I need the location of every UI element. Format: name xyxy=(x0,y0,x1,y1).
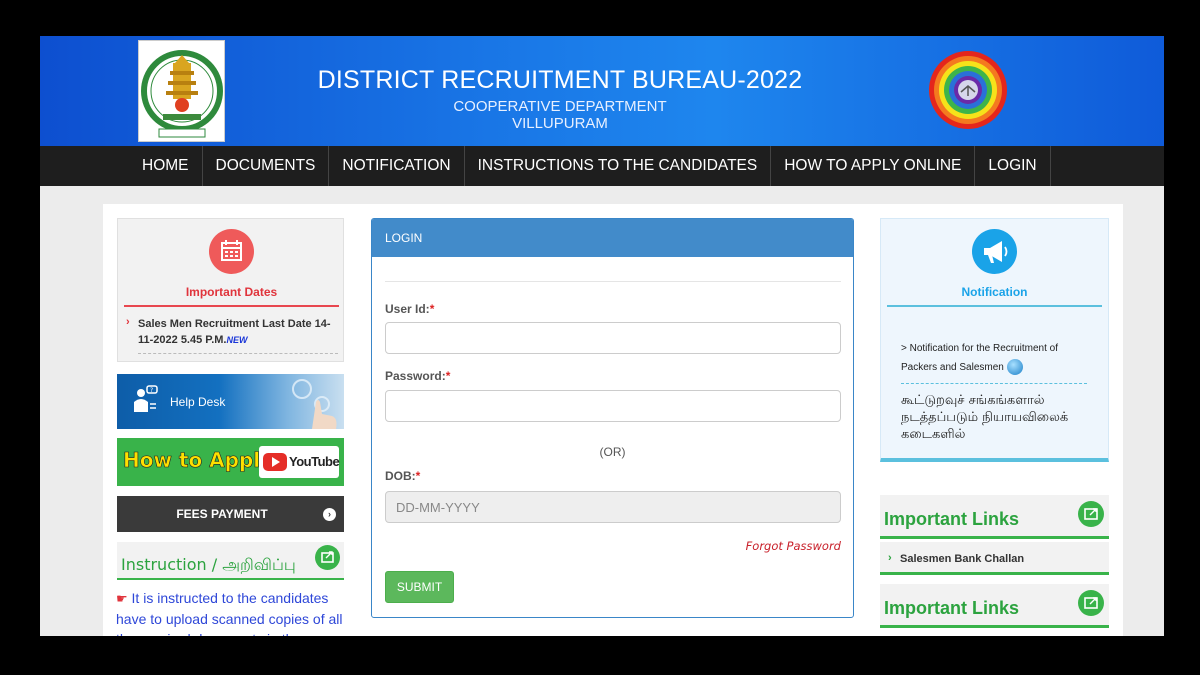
login-header: LOGIN xyxy=(372,219,853,257)
login-title: LOGIN xyxy=(385,231,423,245)
how-to-apply-label[interactable]: How to Apply xyxy=(123,448,274,473)
nav-home[interactable]: HOME xyxy=(129,146,203,186)
svg-text:?: ? xyxy=(150,387,153,394)
globe-icon xyxy=(1006,359,1023,376)
user-id-label: User Id:* xyxy=(385,302,434,316)
password-label-text: Password: xyxy=(385,369,446,383)
department-subtitle: COOPERATIVE DEPARTMENT xyxy=(453,98,667,115)
divider xyxy=(385,281,841,282)
salesmen-bank-challan-link[interactable]: Salesmen Bank Challan xyxy=(900,553,1024,565)
divider xyxy=(138,353,338,354)
important-links-header: Important Links xyxy=(880,495,1109,539)
important-date-item[interactable]: Sales Men Recruitment Last Date 14-11-20… xyxy=(138,316,338,348)
main-content: Important Dates › Sales Men Recruitment … xyxy=(103,204,1123,636)
external-link-icon xyxy=(315,545,340,570)
instruction-header: Instruction / அறிவிப்பு xyxy=(117,542,344,580)
calendar-icon xyxy=(209,229,254,274)
site-header: DISTRICT RECRUITMENT BUREAU-2022 COOPERA… xyxy=(40,36,1164,146)
important-dates-title: Important Dates xyxy=(185,285,278,299)
external-link-icon xyxy=(1078,590,1104,616)
important-links-title: Important Links xyxy=(884,509,1020,529)
important-link-item[interactable]: › Salesmen Bank Challan xyxy=(880,542,1109,575)
submit-button[interactable]: SUBMIT xyxy=(385,571,454,603)
nav-login[interactable]: LOGIN xyxy=(975,146,1051,186)
nav-documents[interactable]: DOCUMENTS xyxy=(203,146,330,186)
required-mark: * xyxy=(445,369,451,383)
help-desk-label[interactable]: Help Desk xyxy=(170,395,225,409)
nav-instructions[interactable]: INSTRUCTIONS TO THE CANDIDATES xyxy=(465,146,772,186)
browser-viewport: DISTRICT RECRUITMENT BUREAU-2022 COOPERA… xyxy=(40,36,1164,636)
new-badge: NEW xyxy=(226,335,248,345)
touchscreen-graphic xyxy=(282,374,344,429)
dob-label: DOB:* xyxy=(385,469,420,483)
user-id-input[interactable] xyxy=(385,322,841,354)
youtube-label: YouTube xyxy=(289,454,340,469)
divider xyxy=(887,305,1102,307)
dob-input[interactable] xyxy=(385,491,841,523)
nav-notification[interactable]: NOTIFICATION xyxy=(329,146,465,186)
password-input[interactable] xyxy=(385,390,841,422)
chevron-right-icon: › xyxy=(126,316,130,328)
important-links-header: Important Links xyxy=(880,584,1109,628)
notification-panel: Notification > Notification for the Recr… xyxy=(880,218,1109,462)
important-dates-panel: Important Dates › Sales Men Recruitment … xyxy=(117,218,344,362)
or-separator: (OR) xyxy=(599,445,626,459)
help-desk-person-icon: ? xyxy=(130,384,158,423)
youtube-play-icon xyxy=(263,453,287,471)
notification-tamil-text[interactable]: கூட்டுறவுச் சங்கங்களால் நடத்தப்படும் நிய… xyxy=(901,392,1091,443)
user-id-label-text: User Id: xyxy=(385,302,430,316)
main-navbar: HOME DOCUMENTS NOTIFICATION INSTRUCTIONS… xyxy=(40,146,1164,186)
page-title: DISTRICT RECRUITMENT BUREAU-2022 xyxy=(317,66,803,94)
instruction-title: Instruction / அறிவிப்பு xyxy=(121,555,296,574)
password-label: Password:* xyxy=(385,369,450,383)
notification-item-text[interactable]: > Notification for the Recruitment of Pa… xyxy=(901,343,1058,373)
chevron-right-icon: › xyxy=(888,552,892,564)
how-to-apply-youtube-banner[interactable]: How to Apply YouTube xyxy=(117,438,344,486)
arrow-circle-right-icon: › xyxy=(323,508,336,521)
district-subtitle: VILLUPURAM xyxy=(512,115,608,132)
pointing-hand-icon: ☛ xyxy=(116,591,128,606)
tamil-nadu-emblem-icon xyxy=(138,40,225,142)
cooperative-rainbow-logo-icon xyxy=(928,48,1008,132)
nav-how-to-apply[interactable]: HOW TO APPLY ONLINE xyxy=(771,146,976,186)
instruction-body: It is instructed to the candidates have … xyxy=(116,590,343,636)
login-panel: LOGIN User Id:* Password:* (OR) DOB:* Fo… xyxy=(371,218,854,618)
notification-title: Notification xyxy=(961,285,1028,299)
megaphone-icon xyxy=(972,229,1017,274)
dob-label-text: DOB: xyxy=(385,469,416,483)
fees-payment-label[interactable]: FEES PAYMENT xyxy=(117,507,327,521)
divider xyxy=(901,383,1087,384)
required-mark: * xyxy=(415,469,421,483)
required-mark: * xyxy=(429,302,435,316)
forgot-password-link[interactable]: Forgot Password xyxy=(672,539,841,553)
important-links-title: Important Links xyxy=(884,598,1020,618)
instruction-text: ☛ It is instructed to the candidates hav… xyxy=(116,588,346,636)
help-desk-banner[interactable]: ? Help Desk xyxy=(117,374,344,429)
divider xyxy=(124,305,339,307)
external-link-icon xyxy=(1078,501,1104,527)
fees-payment-button[interactable]: FEES PAYMENT › xyxy=(117,496,344,532)
notification-item[interactable]: > Notification for the Recruitment of Pa… xyxy=(901,339,1096,377)
youtube-badge: YouTube xyxy=(259,446,340,478)
